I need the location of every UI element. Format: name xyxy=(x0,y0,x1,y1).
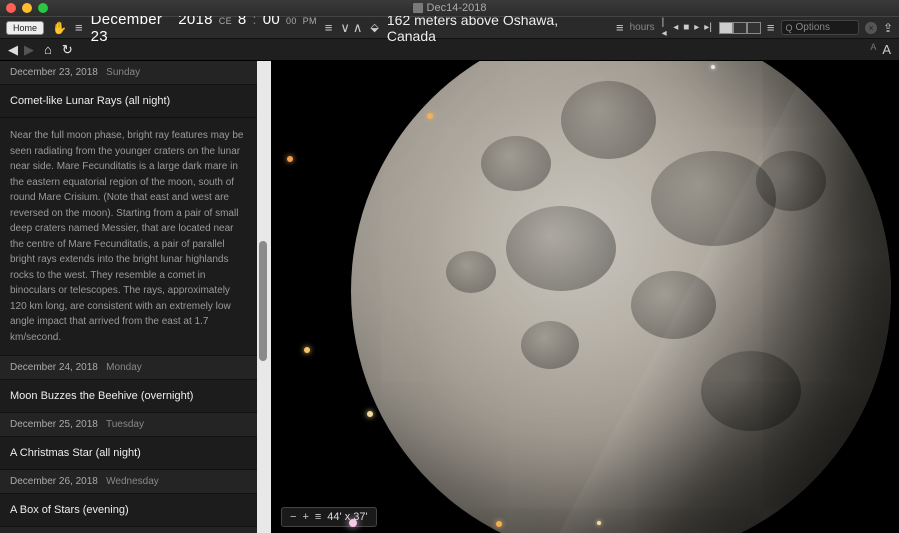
close-window-button[interactable] xyxy=(6,3,16,13)
event-date-header: December 24, 2018 Monday xyxy=(0,356,257,380)
home-icon[interactable]: ⌂ xyxy=(44,42,52,57)
menu-icon[interactable]: ≡ xyxy=(75,20,83,35)
sidebar-divider[interactable] xyxy=(257,61,271,533)
search-field[interactable]: Q Options xyxy=(781,20,860,35)
event-date-header: December 25, 2018 Tuesday xyxy=(0,413,257,437)
events-sidebar[interactable]: December 23, 2018 SundayComet-like Lunar… xyxy=(0,61,257,533)
forward-button[interactable]: ▶ xyxy=(24,42,34,58)
home-button[interactable]: Home xyxy=(6,21,44,35)
chevron-down-icon[interactable]: ∨ xyxy=(340,20,350,36)
back-button[interactable]: ◀ xyxy=(8,42,18,58)
right-panel-toggle[interactable] xyxy=(747,22,761,34)
panel-toggle xyxy=(719,22,761,34)
event-title[interactable]: Moon Buzzes the Beehive (overnight) xyxy=(0,380,257,413)
star[interactable] xyxy=(496,521,502,527)
star[interactable] xyxy=(427,113,433,119)
menu-icon[interactable]: ≡ xyxy=(325,20,333,35)
era-label: CE xyxy=(219,16,232,26)
event-title[interactable]: Comet-like Lunar Rays (all night) xyxy=(0,85,257,118)
time-ampm: PM xyxy=(303,16,317,26)
font-size-controls: A A xyxy=(870,42,891,57)
titlebar: Dec14-2018 xyxy=(0,0,899,16)
share-icon[interactable]: ⇪ xyxy=(883,21,893,35)
skip-forward-icon[interactable]: ▸| xyxy=(703,22,713,33)
main-toolbar: Home ✋ ≡ December 23 2018 CE 8 : 00 00 P… xyxy=(0,16,899,39)
document-icon xyxy=(413,3,423,13)
star[interactable] xyxy=(711,65,715,69)
zoom-out-button[interactable]: − xyxy=(290,511,296,523)
search-placeholder: Options xyxy=(796,22,830,33)
time-step-label[interactable]: hours xyxy=(630,22,655,33)
sky-view[interactable]: − + ≡ 44' x 37' xyxy=(271,61,899,533)
nav-history: ◀ ▶ xyxy=(8,42,34,58)
menu-icon[interactable]: ≡ xyxy=(616,20,624,35)
zoom-window-button[interactable] xyxy=(38,3,48,13)
fov-dimensions: 44' x 37' xyxy=(327,511,367,523)
menu-icon[interactable]: ≡ xyxy=(767,20,775,35)
star[interactable] xyxy=(367,411,373,417)
window-title-text: Dec14-2018 xyxy=(427,2,487,14)
clear-icon[interactable]: × xyxy=(865,22,877,34)
star[interactable] xyxy=(287,156,293,162)
step-forward-icon[interactable]: ▸ xyxy=(693,22,700,33)
orientation-controls[interactable]: ∨ ∧ xyxy=(340,20,362,36)
window-title: Dec14-2018 xyxy=(413,2,487,14)
time-sec: 00 xyxy=(286,16,297,26)
event-title[interactable]: A Box of Stars (evening) xyxy=(0,494,257,527)
moon-terminator xyxy=(351,61,891,533)
window-controls xyxy=(6,3,48,13)
hand-tool-icon[interactable]: ✋ xyxy=(52,21,67,35)
chevron-up-icon[interactable]: ∧ xyxy=(353,20,363,36)
font-larger-icon[interactable]: A xyxy=(882,42,891,57)
event-body: Near the full moon phase, bright ray fea… xyxy=(0,118,257,356)
scrollbar-thumb[interactable] xyxy=(259,241,267,361)
fov-control: − + ≡ 44' x 37' xyxy=(281,507,377,527)
zoom-in-button[interactable]: + xyxy=(302,511,308,523)
star[interactable] xyxy=(349,519,357,527)
left-panel-toggle[interactable] xyxy=(719,22,733,34)
star[interactable] xyxy=(304,347,310,353)
star[interactable] xyxy=(597,521,601,525)
skip-back-icon[interactable]: |◂ xyxy=(661,17,670,39)
font-smaller-icon[interactable]: A xyxy=(870,42,876,57)
minimize-window-button[interactable] xyxy=(22,3,32,13)
search-icon: Q xyxy=(786,23,793,33)
time-transport: |◂ ◂ ■ ▸ ▸| xyxy=(661,17,713,39)
center-panel-toggle[interactable] xyxy=(733,22,747,34)
menu-icon[interactable]: ≡ xyxy=(315,511,321,523)
event-date-header: December 26, 2018 Wednesday xyxy=(0,470,257,494)
location-label[interactable]: 162 meters above Oshawa, Canada xyxy=(387,12,600,44)
event-date-header: December 27, 2018 Thursday xyxy=(0,527,257,533)
step-back-icon[interactable]: ◂ xyxy=(672,22,679,33)
main-content: December 23, 2018 SundayComet-like Lunar… xyxy=(0,61,899,533)
event-title[interactable]: A Christmas Star (all night) xyxy=(0,437,257,470)
stop-icon[interactable]: ■ xyxy=(682,22,690,33)
event-date-header: December 23, 2018 Sunday xyxy=(0,61,257,85)
location-pin-icon[interactable]: ⬙ xyxy=(370,21,378,34)
reload-icon[interactable]: ↻ xyxy=(62,42,73,58)
